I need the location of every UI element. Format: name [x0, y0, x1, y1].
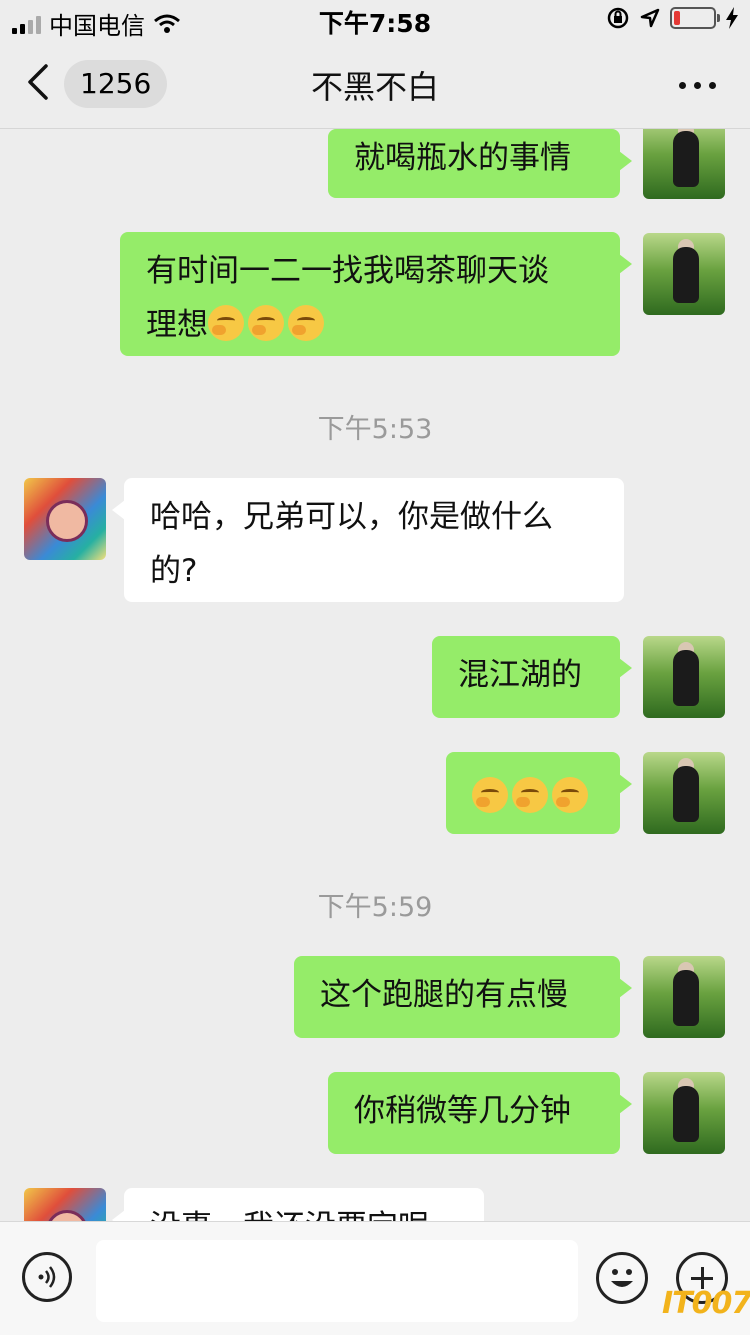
contact-avatar[interactable] — [24, 478, 106, 560]
facepalm-grin-emoji — [472, 777, 508, 813]
message-input[interactable] — [96, 1240, 578, 1322]
input-bar — [0, 1221, 750, 1335]
message-text: 的? — [150, 553, 198, 589]
my-avatar[interactable] — [643, 233, 725, 315]
message-bubble[interactable]: 这个跑腿的有点慢 — [294, 956, 632, 1038]
facepalm-grin-emoji — [512, 777, 548, 813]
my-avatar[interactable] — [643, 752, 725, 834]
timestamp: 下午5:53 — [317, 414, 433, 445]
location-icon — [640, 8, 660, 28]
message-text-line2: 理想 — [146, 298, 594, 352]
my-avatar[interactable] — [643, 129, 725, 199]
chat-header: 1256 不黑不白 — [0, 40, 750, 129]
facepalm-grin-emoji — [208, 305, 244, 341]
status-bar: 中国电信 下午7:58 — [0, 0, 750, 40]
message-text: 你稍微等几分钟 — [354, 1093, 571, 1129]
message-text: 这个跑腿的有点慢 — [320, 977, 568, 1013]
timestamp: 下午5:59 — [317, 892, 433, 923]
watermark-logo: IT007 — [662, 1286, 750, 1321]
message-bubble[interactable]: 有时间一二一找我喝茶聊天谈 理想 — [120, 232, 632, 356]
message-bubble[interactable]: 没事，我还没要定呢 — [112, 1188, 484, 1221]
contact-avatar[interactable] — [24, 1188, 106, 1221]
more-button[interactable] — [679, 82, 716, 89]
message-bubble[interactable]: 哈哈，兄弟可以，你是做什么 的? — [112, 478, 624, 602]
my-avatar[interactable] — [643, 956, 725, 1038]
my-avatar[interactable] — [643, 636, 725, 718]
message-list[interactable]: 就喝瓶水的事情 有时间一二一找我喝茶聊天谈 理想 下午5:53 哈哈，兄弟可以，… — [0, 129, 750, 1221]
emoji-message-bubble[interactable] — [446, 752, 632, 834]
battery-icon — [670, 7, 720, 29]
message-text: 有时间一二一找我喝茶聊天谈 — [146, 253, 549, 289]
battery-level — [674, 11, 680, 25]
orientation-lock-icon — [607, 7, 629, 29]
facepalm-grin-emoji — [288, 305, 324, 341]
more-dot — [679, 82, 686, 89]
emoji-smile-icon — [611, 1269, 633, 1287]
charging-icon — [726, 7, 738, 29]
message-text: 哈哈，兄弟可以，你是做什么 — [150, 499, 553, 535]
voice-button[interactable] — [22, 1252, 72, 1302]
more-dot — [694, 82, 701, 89]
message-bubble[interactable]: 你稍微等几分钟 — [328, 1072, 632, 1154]
facepalm-grin-emoji — [248, 305, 284, 341]
emoji-button[interactable] — [596, 1252, 648, 1304]
chat-title: 不黑不白 — [310, 68, 439, 106]
my-avatar[interactable] — [643, 1072, 725, 1154]
message-text: 理想 — [146, 307, 208, 343]
facepalm-grin-emoji — [552, 777, 588, 813]
status-right — [606, 6, 738, 30]
message-bubble[interactable]: 混江湖的 — [432, 636, 632, 718]
message-bubble[interactable]: 就喝瓶水的事情 — [328, 129, 632, 198]
voice-icon — [38, 1266, 56, 1288]
message-text: 混江湖的 — [458, 657, 582, 693]
more-dot — [709, 82, 716, 89]
message-text: 没事，我还没要定呢 — [150, 1209, 429, 1221]
message-text: 就喝瓶水的事情 — [354, 140, 571, 176]
